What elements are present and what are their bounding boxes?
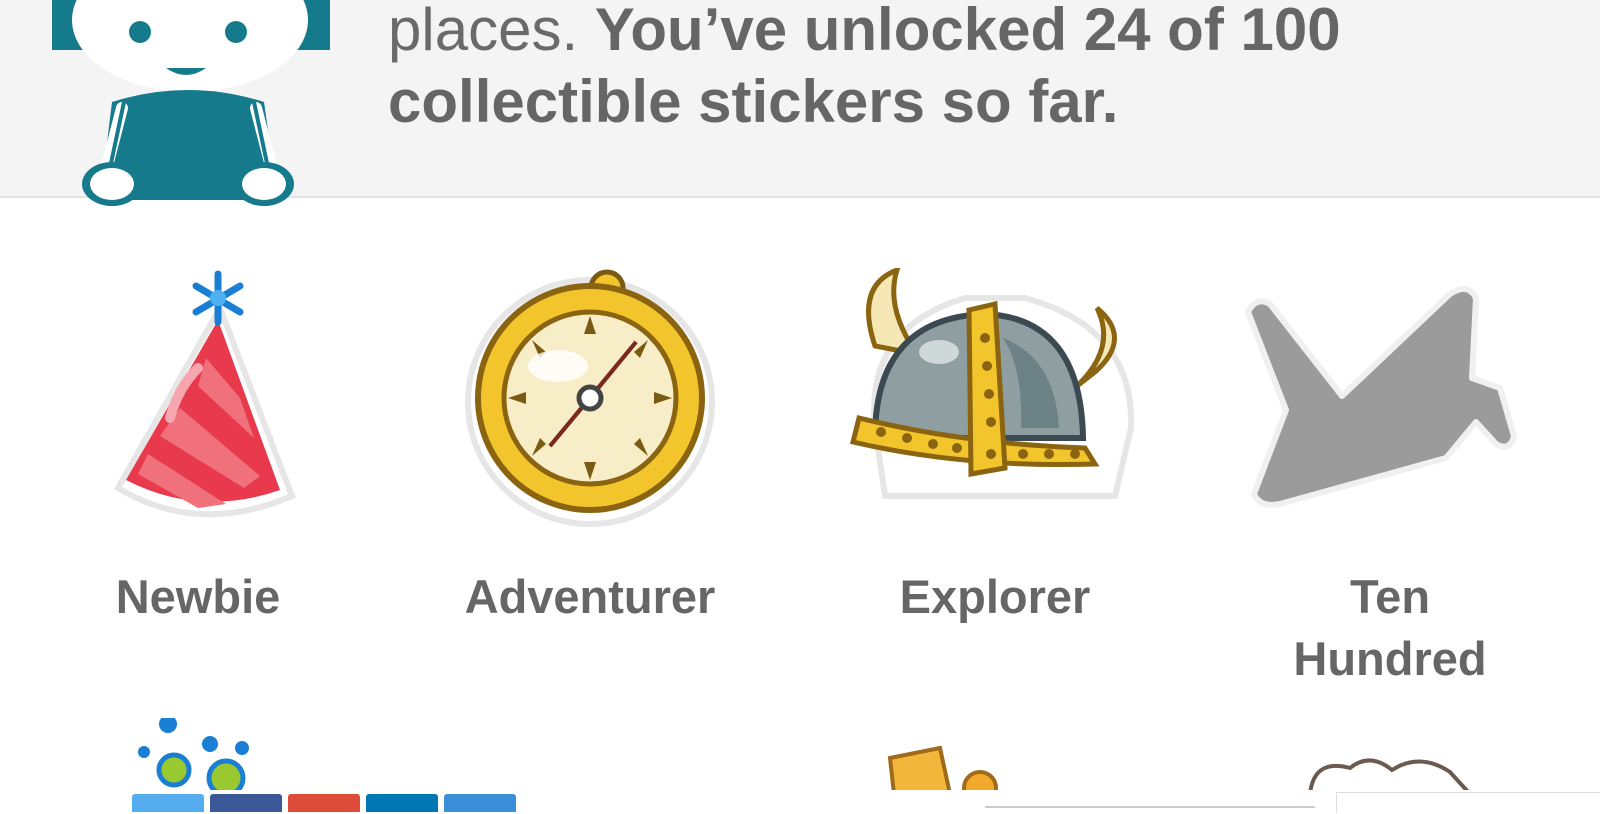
cloud-icon bbox=[1308, 758, 1472, 794]
sticker-ten-hundred[interactable]: Ten Hundred bbox=[1240, 268, 1540, 685]
mascot-icon bbox=[52, 0, 330, 206]
twitter-icon[interactable] bbox=[132, 794, 204, 812]
sticker-name: Adventurer bbox=[464, 570, 716, 623]
side-panel bbox=[1336, 792, 1600, 813]
sticker-name: Ten Hundred bbox=[1293, 570, 1487, 685]
paper-crane-locked-icon bbox=[1245, 285, 1517, 508]
linkedin-icon[interactable] bbox=[366, 794, 438, 812]
sticker-adventurer[interactable]: Adventurer bbox=[440, 268, 740, 623]
sticker-newbie[interactable]: Newbie bbox=[48, 268, 348, 623]
compass-icon bbox=[465, 269, 715, 527]
sticker-explorer[interactable]: Explorer bbox=[845, 268, 1145, 623]
facebook-icon[interactable] bbox=[210, 794, 282, 812]
googleplus-icon[interactable] bbox=[288, 794, 360, 812]
sticker-name: Explorer bbox=[899, 570, 1091, 623]
intro-lead: places. bbox=[388, 0, 595, 63]
email-icon[interactable] bbox=[444, 794, 516, 812]
bubbles-icon bbox=[138, 718, 249, 794]
sticker-partial-3[interactable] bbox=[1300, 718, 1480, 794]
intro-banner: places. You’ve unlocked 24 of 100 collec… bbox=[0, 0, 1600, 206]
treasure-icon bbox=[887, 745, 998, 794]
party-hat-icon bbox=[113, 270, 296, 518]
comment-input[interactable] bbox=[985, 806, 1315, 814]
sticker-partial-1[interactable] bbox=[130, 718, 280, 794]
viking-helmet-icon bbox=[849, 268, 1135, 499]
sticker-partial-2[interactable] bbox=[880, 718, 1030, 794]
sticker-name: Newbie bbox=[115, 570, 281, 623]
unlock-summary: places. You’ve unlocked 24 of 100 collec… bbox=[388, 0, 1568, 138]
